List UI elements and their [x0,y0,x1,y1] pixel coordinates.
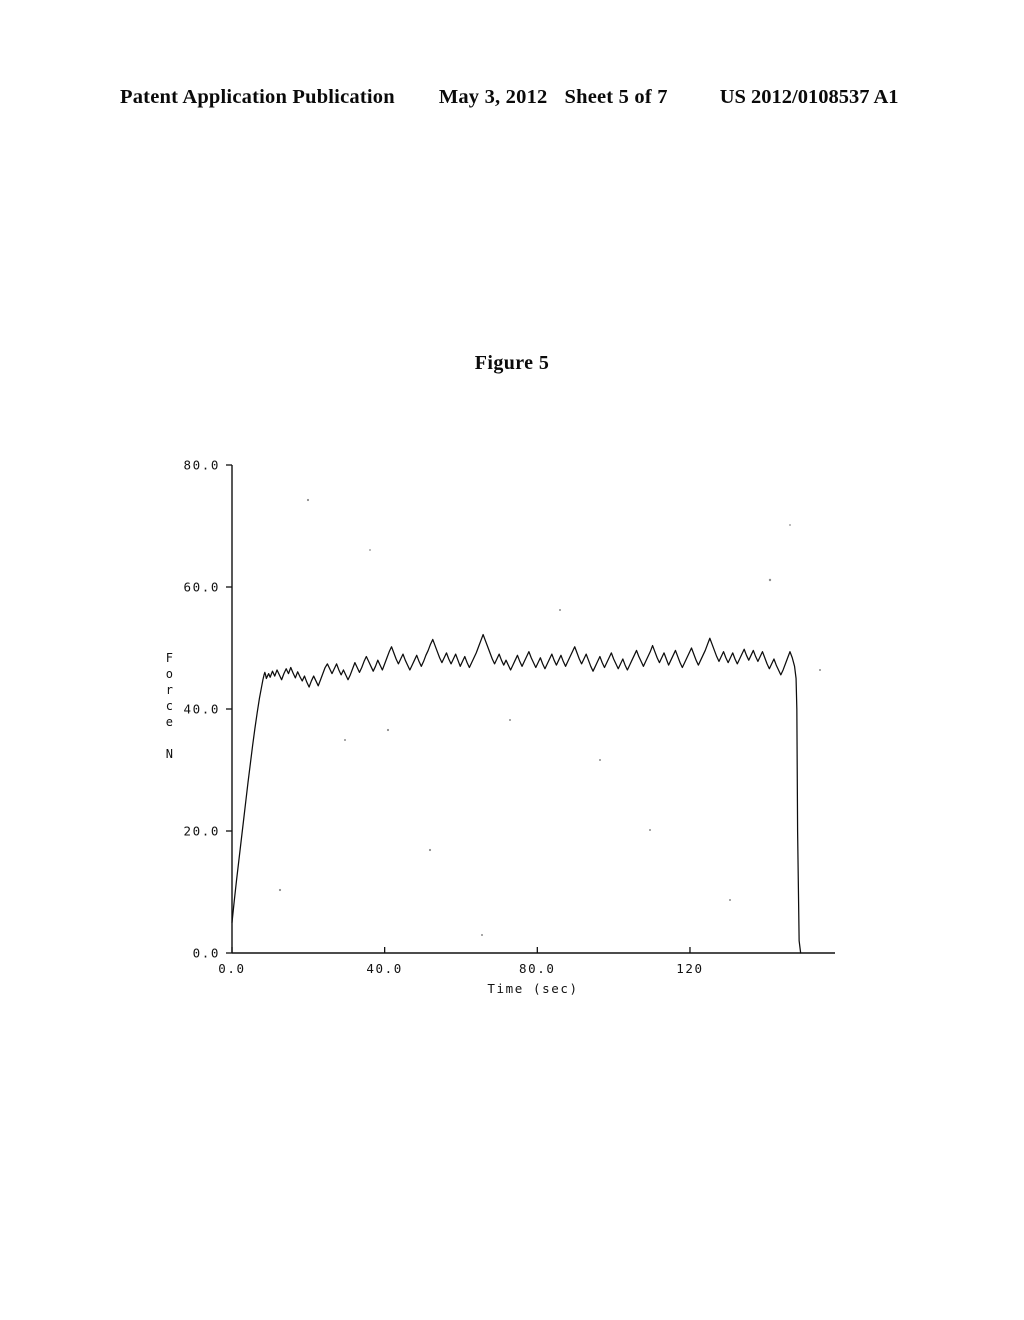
header-sheet-label: Sheet 5 of 7 [564,86,668,108]
y-axis-label-char: o [166,667,175,681]
x-axis-ticks [231,947,691,953]
x-tick-label: 120 [676,961,703,976]
header-document-number: US 2012/0108537 A1 [719,86,899,108]
force-data-curve [231,633,802,954]
scan-speck [386,728,390,732]
scan-speck [768,578,772,582]
scan-speck [428,848,432,852]
y-axis-label-char: N [166,747,175,761]
scan-speck [789,524,791,526]
y-tick-label: 40.0 [183,702,220,717]
scan-speck [819,669,821,671]
y-axis-label-char: r [166,683,175,697]
header-publication-label: Patent Application Publication [120,86,395,108]
y-tick-label: 20.0 [183,824,220,839]
scan-speck [369,549,371,551]
scan-speck [729,899,731,901]
chart-axes [231,465,835,954]
y-tick-label: 80.0 [183,458,220,473]
x-tick-label: 0.0 [218,961,245,976]
scan-speck [559,609,561,611]
chart-svg: 0.0 20.0 40.0 60.0 80.0 0.0 40.0 80.0 120 Force… [166,458,835,996]
scan-speck [278,888,282,892]
y-axis-tick-labels: 0.0 20.0 40.0 60.0 80.0 [183,458,220,961]
scan-speck [649,829,651,831]
y-axis-label: Force N [166,651,175,761]
scan-speckles [278,498,821,936]
x-axis-label: Time (sec) [487,981,578,996]
y-axis-ticks [226,464,232,954]
force-vs-time-chart: 0.0 20.0 40.0 60.0 80.0 0.0 40.0 80.0 120 Force… [130,430,910,1010]
y-axis-label-char: F [166,651,175,665]
x-tick-label: 40.0 [366,961,403,976]
scan-speck [509,719,511,721]
figure-title: Figure 5 [474,352,550,374]
scan-speck [481,934,483,936]
x-axis-tick-labels: 0.0 40.0 80.0 120 [218,961,703,976]
y-tick-label: 0.0 [193,946,220,961]
header-date-label: May 3, 2012 [438,86,548,108]
page-header: Patent Application Publication May 3, 20… [120,86,910,116]
scan-speck [344,739,346,741]
y-tick-label: 60.0 [183,580,220,595]
scan-speck [306,498,310,502]
scan-speck [599,759,601,761]
y-axis-label-char: e [166,715,175,729]
y-axis-label-char: c [166,699,175,713]
x-tick-label: 80.0 [519,961,556,976]
